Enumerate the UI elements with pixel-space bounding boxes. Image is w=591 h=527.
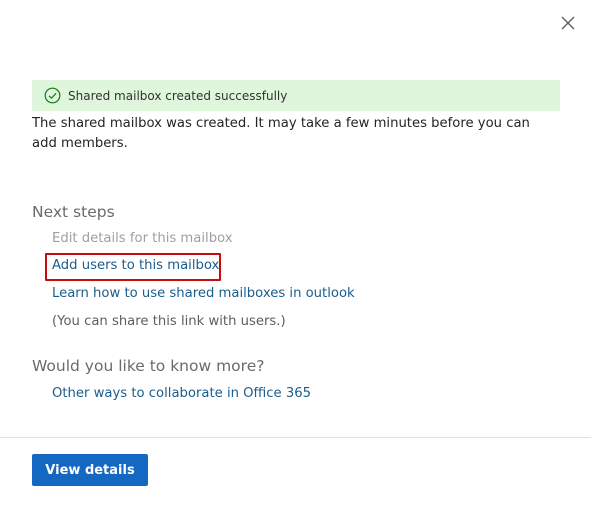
share-link-note: (You can share this link with users.) — [52, 314, 286, 329]
success-banner: Shared mailbox created successfully — [32, 80, 560, 111]
learn-shared-mailboxes-link[interactable]: Learn how to use shared mailboxes in out… — [52, 286, 355, 301]
creation-description: The shared mailbox was created. It may t… — [32, 116, 530, 151]
next-steps-heading: Next steps — [32, 203, 115, 221]
add-users-link[interactable]: Add users to this mailbox — [52, 258, 219, 273]
know-more-heading: Would you like to know more? — [32, 357, 265, 375]
mailbox-created-panel: Shared mailbox created successfully The … — [0, 0, 591, 527]
check-circle-icon — [44, 87, 61, 104]
close-icon — [561, 16, 575, 30]
view-details-button[interactable]: View details — [32, 454, 148, 486]
footer-divider — [0, 437, 591, 438]
edit-details-link: Edit details for this mailbox — [52, 231, 233, 246]
close-button[interactable] — [558, 13, 578, 33]
success-message: Shared mailbox created successfully — [68, 88, 288, 103]
collaborate-office365-link[interactable]: Other ways to collaborate in Office 365 — [52, 386, 311, 401]
